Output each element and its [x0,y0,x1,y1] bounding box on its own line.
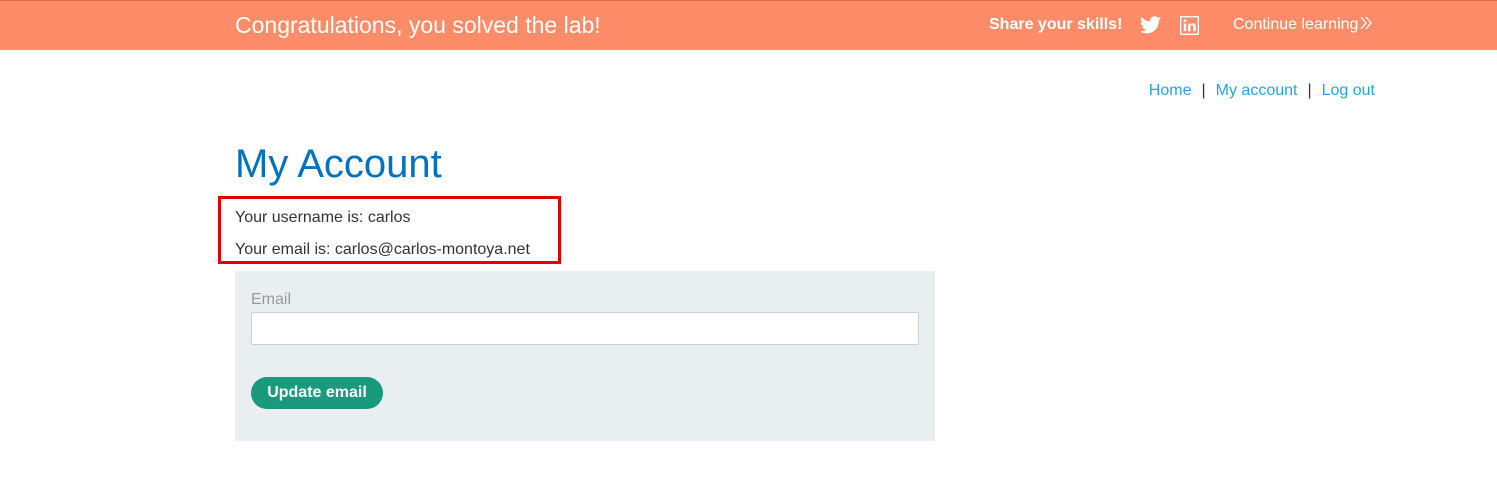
nav-separator: | [1201,82,1206,99]
share-skills-label: Share your skills! [989,16,1123,33]
linkedin-icon[interactable] [1180,16,1199,35]
email-field[interactable] [251,312,919,345]
banner-title: Congratulations, you solved the lab! [235,12,601,38]
page-title: My Account [235,142,442,186]
continue-learning-label: Continue learning [1233,16,1359,33]
continue-learning-link[interactable]: Continue learning [1233,15,1373,35]
email-text: Your email is: carlos@carlos-montoya.net [235,241,530,258]
nav-home-link[interactable]: Home [1149,82,1192,99]
nav-my-account-link[interactable]: My account [1216,82,1298,99]
nav-log-out-link[interactable]: Log out [1322,82,1375,99]
lab-solved-banner: Congratulations, you solved the lab! Sha… [0,0,1497,50]
double-chevron-right-icon [1360,16,1373,30]
email-field-label: Email [251,291,292,308]
username-text: Your username is: carlos [235,209,411,226]
twitter-icon[interactable] [1140,16,1161,34]
top-nav: Home | My account | Log out [1149,81,1375,101]
update-email-form: Email Update email [235,271,935,441]
update-email-button[interactable]: Update email [251,377,383,409]
nav-separator: | [1307,82,1312,99]
